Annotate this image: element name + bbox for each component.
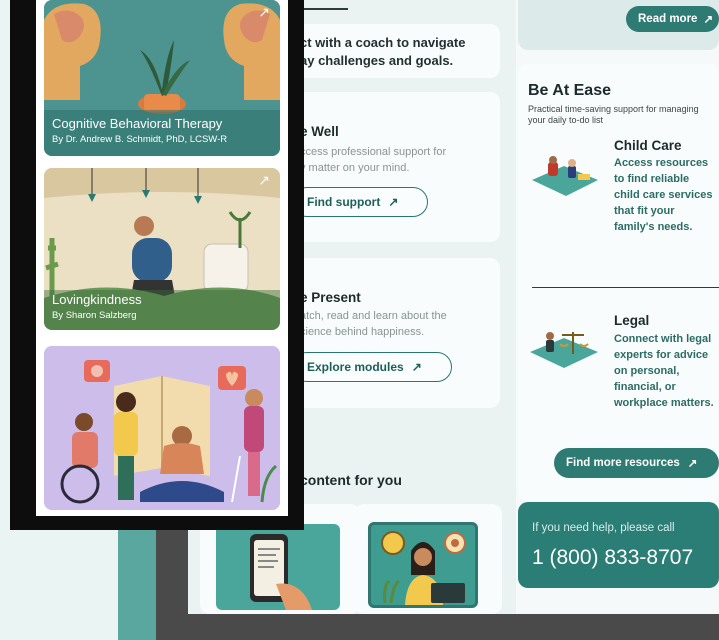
find-support-label: Find support [307,195,381,209]
media-card-author: By Dr. Andrew B. Schmidt, PhD, LCSW-R [52,134,228,145]
resources-column: Read more ↗ Be At Ease Practical time-sa… [518,0,719,614]
read-more-button[interactable]: Read more ↗ [626,6,719,32]
be-at-ease-subtitle: Practical time-saving support for managi… [528,104,699,125]
child-care-description: Access resources to find reliable child … [614,157,713,233]
help-phone-number[interactable]: 1 (800) 833-8707 [532,546,693,570]
media-card-title: Lovingkindness [52,292,142,307]
work-planning-illustration [368,522,478,608]
explore-modules-label: Explore modules [307,360,404,374]
be-well-title: e Well [300,124,339,139]
help-banner [518,502,719,588]
media-card[interactable]: ↗ Lovingkindness By Sharon Salzberg [44,168,280,330]
media-card[interactable]: ↗ Cognitive Behavioral Therapy By Dr. An… [44,0,280,156]
arrow-up-right-icon: ↗ [687,458,698,470]
divider [532,287,719,288]
legal-scales-illustration [528,322,600,370]
phone-screen: ↗ Cognitive Behavioral Therapy By Dr. An… [36,0,288,516]
child-care-title: Child Care [614,138,682,153]
be-well-description: ccess professional support for y matter … [300,146,447,174]
arrow-up-right-icon: ↗ [258,172,270,188]
be-present-title: e Present [300,290,361,305]
find-support-button[interactable]: Find support ↗ [292,187,428,217]
arrow-up-right-icon: ↗ [703,14,714,26]
explore-modules-button[interactable]: Explore modules ↗ [292,352,452,382]
legal-description: Connect with legal experts for advice on… [614,333,714,409]
arrow-up-right-icon: ↗ [411,360,422,374]
media-card-author: By Sharon Salzberg [52,310,137,321]
legal-title: Legal [614,313,650,328]
media-card-title: Cognitive Behavioral Therapy [52,116,223,131]
find-more-resources-label: Find more resources [566,457,680,469]
coach-text: ct with a coach to navigate ay challenge… [300,35,466,68]
find-more-resources-button[interactable]: Find more resources ↗ [554,448,719,478]
content-heading: content for you [300,472,402,488]
be-at-ease-title: Be At Ease [528,82,611,99]
child-care-illustration [530,152,600,198]
be-at-ease-card [518,64,719,502]
read-more-label: Read more [638,13,698,25]
phone-reading-illustration [216,524,340,610]
media-card[interactable] [44,346,280,510]
arrow-up-right-icon: ↗ [258,4,270,20]
phone-frame: ↗ Cognitive Behavioral Therapy By Dr. An… [10,0,304,530]
arrow-up-right-icon: ↗ [388,195,399,209]
be-present-description: atch, read and learn about the cience be… [300,310,447,338]
help-text: If you need help, please call [532,522,675,534]
